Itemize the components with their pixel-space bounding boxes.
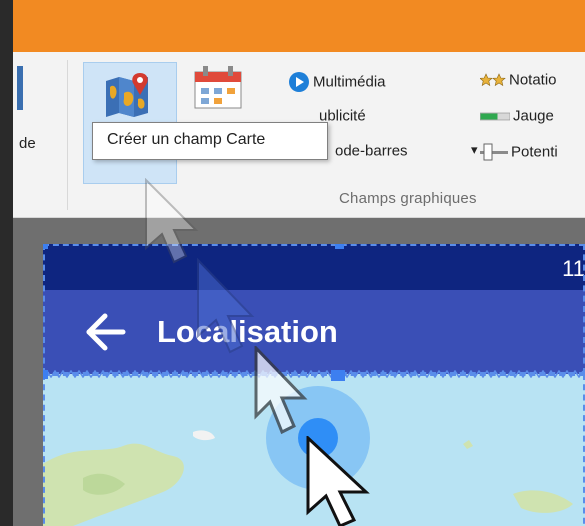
gauge-button[interactable]: Jauge bbox=[480, 107, 554, 133]
mouse-cursor-icon bbox=[306, 436, 370, 526]
status-time: 11 bbox=[562, 256, 585, 281]
tooltip: Créer un champ Carte bbox=[92, 122, 328, 160]
cursor-trail-icon bbox=[197, 258, 255, 354]
multimedia-button[interactable]: Multimédia bbox=[288, 71, 386, 97]
potentiometer-icon bbox=[480, 143, 508, 161]
chevron-down-icon[interactable]: ▾ bbox=[471, 142, 478, 168]
cursor-trail-icon bbox=[145, 178, 199, 264]
map-icon bbox=[106, 73, 148, 117]
cursor-trail-icon bbox=[254, 346, 308, 435]
potentiometer-button[interactable]: Potenti bbox=[480, 142, 558, 168]
barcode-button[interactable]: ode-barres bbox=[335, 142, 408, 168]
resize-handle-top[interactable] bbox=[335, 244, 344, 249]
rating-button[interactable]: Notatio bbox=[480, 71, 557, 97]
calendar-icon[interactable] bbox=[193, 66, 243, 110]
cut-ribbon-label: de bbox=[19, 135, 36, 152]
resize-handle-top-left[interactable] bbox=[43, 244, 48, 249]
tooltip-text: Créer un champ Carte bbox=[107, 131, 266, 148]
gauge-icon bbox=[480, 112, 510, 121]
cut-ribbon-icon bbox=[17, 66, 23, 110]
window-left-border bbox=[0, 0, 13, 526]
back-arrow-icon[interactable] bbox=[83, 310, 127, 354]
resize-handle-left[interactable] bbox=[43, 370, 48, 379]
stars-icon bbox=[480, 73, 506, 87]
title-bar bbox=[13, 0, 585, 52]
status-bar: 11 bbox=[43, 244, 585, 290]
play-circle-icon bbox=[289, 72, 309, 92]
ribbon-divider bbox=[67, 60, 68, 210]
ribbon-group-label: Champs graphiques bbox=[339, 190, 477, 207]
resize-handle-middle[interactable] bbox=[331, 370, 345, 381]
